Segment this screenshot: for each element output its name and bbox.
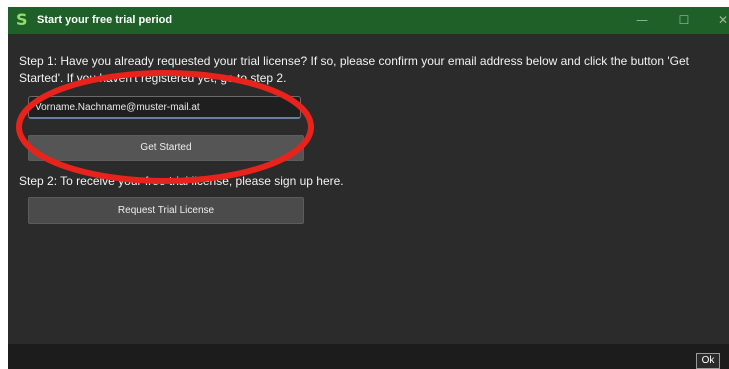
trial-dialog-window: S Start your free trial period — ☐ ✕ Ste… [8, 7, 729, 369]
footer-bar [8, 344, 729, 369]
close-icon[interactable]: ✕ [703, 7, 729, 34]
ok-button[interactable]: Ok [696, 353, 720, 369]
request-trial-license-button[interactable]: Request Trial License [28, 197, 304, 224]
step1-instructions: Step 1: Have you already requested your … [19, 54, 689, 85]
get-started-button[interactable]: Get Started [28, 135, 304, 161]
minimize-icon[interactable]: — [622, 7, 662, 34]
window-title: Start your free trial period [37, 14, 173, 26]
app-logo-icon: S [16, 10, 28, 29]
maximize-icon[interactable]: ☐ [664, 7, 704, 34]
step2-instructions: Step 2: To receive your free trial licen… [19, 174, 344, 188]
title-bar[interactable]: S Start your free trial period — ☐ ✕ [8, 7, 729, 34]
email-input[interactable] [28, 96, 301, 119]
